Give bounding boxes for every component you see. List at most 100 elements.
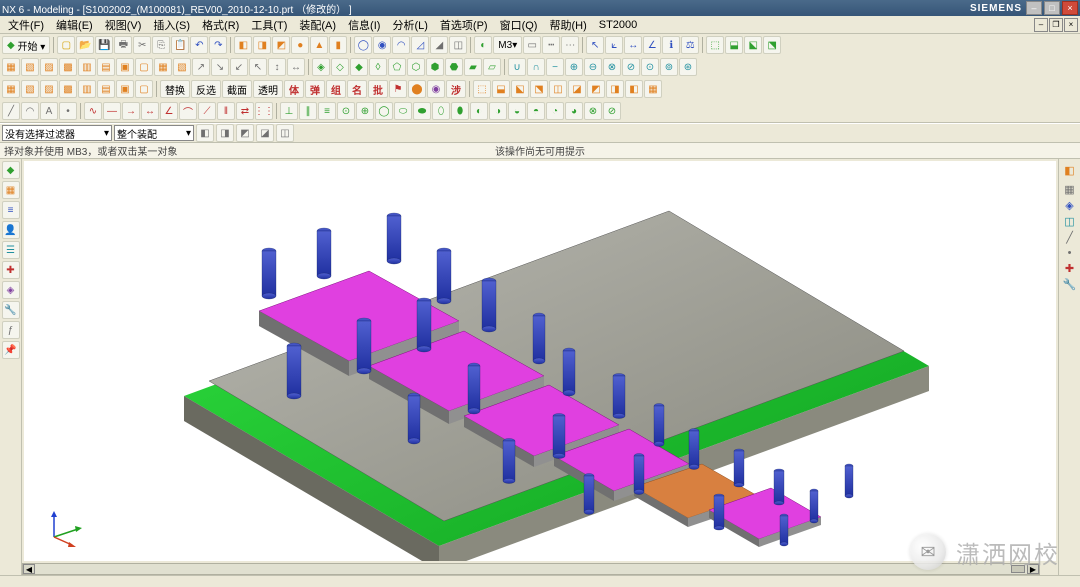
asm-h-icon[interactable]: ◨ <box>606 80 624 98</box>
bool6-icon[interactable]: ⊗ <box>603 58 621 76</box>
solid1-icon[interactable]: ◈ <box>312 58 330 76</box>
box3-icon[interactable]: ▨ <box>40 58 58 76</box>
btn-name[interactable]: 名 <box>347 80 367 98</box>
viewport-3d[interactable] <box>24 161 1056 561</box>
bool1-icon[interactable]: ∪ <box>508 58 526 76</box>
sel-a-icon[interactable]: ◧ <box>196 124 214 142</box>
solid6-icon[interactable]: ⬡ <box>407 58 425 76</box>
solid3-icon[interactable]: ◆ <box>350 58 368 76</box>
menu-tools[interactable]: 工具(T) <box>245 15 293 35</box>
con5-icon[interactable]: ⊕ <box>356 102 374 120</box>
info-icon[interactable]: ℹ <box>662 36 680 54</box>
start-menu-button[interactable]: ◆ 开始 ▾ <box>2 36 50 54</box>
asm-a-icon[interactable]: ⬚ <box>473 80 491 98</box>
solid8-icon[interactable]: ⬣ <box>445 58 463 76</box>
r-body-icon[interactable]: ◈ <box>1065 199 1073 212</box>
asm-f-icon[interactable]: ◪ <box>568 80 586 98</box>
minimize-button[interactable]: – <box>1026 1 1042 15</box>
con13-icon[interactable]: ◒ <box>508 102 526 120</box>
flag2-icon[interactable]: ⬤ <box>408 80 426 98</box>
nav-part-icon[interactable]: ◆ <box>2 161 20 179</box>
sk-mir-icon[interactable]: ⇄ <box>236 102 254 120</box>
material-icon[interactable]: ◐ <box>474 36 492 54</box>
solid10-icon[interactable]: ▱ <box>483 58 501 76</box>
cyl-icon[interactable]: ▮ <box>329 36 347 54</box>
asm-e-icon[interactable]: ◫ <box>549 80 567 98</box>
menu-preferences[interactable]: 首选项(P) <box>434 15 494 35</box>
sk-dim-icon[interactable]: ↔ <box>141 102 159 120</box>
con11-icon[interactable]: ◐ <box>470 102 488 120</box>
con14-icon[interactable]: ◓ <box>527 102 545 120</box>
cut-icon[interactable]: ✂ <box>133 36 151 54</box>
redo-icon[interactable]: ↷ <box>209 36 227 54</box>
r-edge-icon[interactable]: ╱ <box>1066 231 1073 244</box>
dot-icon[interactable]: ⋯ <box>561 36 579 54</box>
nav-layer-icon[interactable]: ☰ <box>2 241 20 259</box>
rect-icon[interactable]: ▭ <box>523 36 541 54</box>
new-icon[interactable]: ▢ <box>57 36 75 54</box>
arrow2-icon[interactable]: ↘ <box>211 58 229 76</box>
draft-icon[interactable]: ◢ <box>430 36 448 54</box>
btn-section[interactable]: 截面 <box>222 80 252 98</box>
solid7-icon[interactable]: ⬢ <box>426 58 444 76</box>
flag3-icon[interactable]: ◉ <box>427 80 445 98</box>
con6-icon[interactable]: ◯ <box>375 102 393 120</box>
lay5-icon[interactable]: ▥ <box>78 80 96 98</box>
filter-type-select[interactable]: 没有选择过滤器▾ <box>2 125 112 141</box>
menu-help[interactable]: 帮助(H) <box>543 15 592 35</box>
horizontal-scrollbar[interactable]: ◀ ▶ <box>22 563 1040 575</box>
bool5-icon[interactable]: ⊖ <box>584 58 602 76</box>
sk-pat-icon[interactable]: ⋮⋮ <box>255 102 273 120</box>
menu-window[interactable]: 窗口(Q) <box>494 15 544 35</box>
btn-batch[interactable]: 批 <box>368 80 388 98</box>
box4-icon[interactable]: ▩ <box>59 58 77 76</box>
menu-analyze[interactable]: 分析(L) <box>386 15 433 35</box>
con8-icon[interactable]: ⬬ <box>413 102 431 120</box>
doc-close-button[interactable]: × <box>1064 18 1078 32</box>
boss-icon[interactable]: ◉ <box>373 36 391 54</box>
box1-icon[interactable]: ▦ <box>2 58 20 76</box>
asm-i-icon[interactable]: ◧ <box>625 80 643 98</box>
lay8-icon[interactable]: ▢ <box>135 80 153 98</box>
btn-replace[interactable]: 替换 <box>160 80 190 98</box>
filter-scope-select[interactable]: 整个装配▾ <box>114 125 194 141</box>
sel-e-icon[interactable]: ◫ <box>276 124 294 142</box>
con9-icon[interactable]: ⬯ <box>432 102 450 120</box>
chamfer-icon[interactable]: ◿ <box>411 36 429 54</box>
bool7-icon[interactable]: ⊘ <box>622 58 640 76</box>
box9-icon[interactable]: ▦ <box>154 58 172 76</box>
nav-wcs-icon[interactable]: ✚ <box>2 261 20 279</box>
con2-icon[interactable]: ∥ <box>299 102 317 120</box>
solid9-icon[interactable]: ▰ <box>464 58 482 76</box>
arrow4-icon[interactable]: ↖ <box>249 58 267 76</box>
con16-icon[interactable]: ◕ <box>565 102 583 120</box>
paste-icon[interactable]: 📋 <box>171 36 189 54</box>
box5-icon[interactable]: ▥ <box>78 58 96 76</box>
menu-assembly[interactable]: 装配(A) <box>293 15 342 35</box>
nav-pin-icon[interactable]: 📌 <box>2 341 20 359</box>
btn-interf[interactable]: 涉 <box>446 80 466 98</box>
nav-exp-icon[interactable]: ƒ <box>2 321 20 339</box>
con3-icon[interactable]: ≡ <box>318 102 336 120</box>
bool10-icon[interactable]: ⊛ <box>679 58 697 76</box>
r-cube-icon[interactable]: ◧ <box>1064 164 1074 177</box>
sel-c-icon[interactable]: ◩ <box>236 124 254 142</box>
arrow1-icon[interactable]: ↗ <box>192 58 210 76</box>
r-face-icon[interactable]: ◫ <box>1064 215 1074 228</box>
undo-icon[interactable]: ↶ <box>190 36 208 54</box>
box2-icon[interactable]: ▧ <box>21 58 39 76</box>
pick-icon[interactable]: ↖ <box>586 36 604 54</box>
flag1-icon[interactable]: ⚑ <box>389 80 407 98</box>
menu-format[interactable]: 格式(R) <box>196 15 245 35</box>
ang-icon[interactable]: ∠ <box>643 36 661 54</box>
bool4-icon[interactable]: ⊕ <box>565 58 583 76</box>
shell-icon[interactable]: ◫ <box>449 36 467 54</box>
menu-file[interactable]: 文件(F) <box>2 15 50 35</box>
r-grid-icon[interactable]: ▦ <box>1064 183 1074 196</box>
save-icon[interactable]: 💾 <box>95 36 113 54</box>
btn-invert[interactable]: 反选 <box>191 80 221 98</box>
sk-nline-icon[interactable]: — <box>103 102 121 120</box>
arrow5-icon[interactable]: ↕ <box>268 58 286 76</box>
btn-group[interactable]: 组 <box>326 80 346 98</box>
bool2-icon[interactable]: ∩ <box>527 58 545 76</box>
